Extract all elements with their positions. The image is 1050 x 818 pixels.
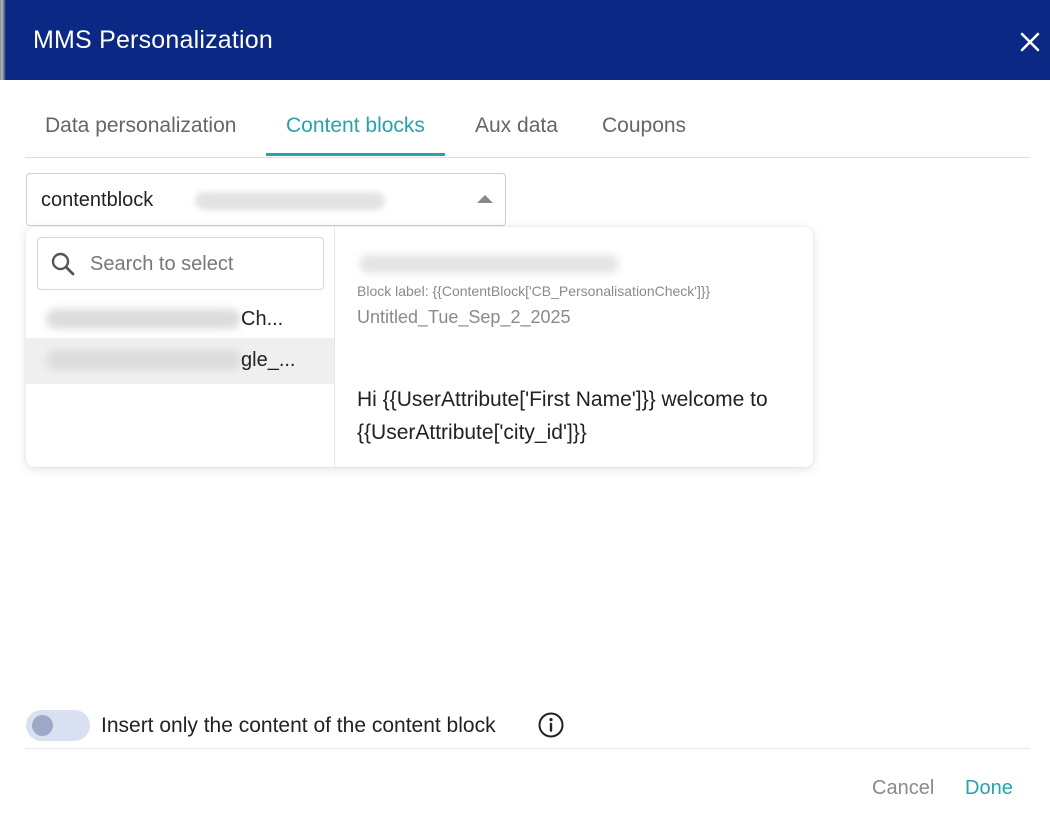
tab-content-blocks[interactable]: Content blocks xyxy=(266,104,445,156)
block-content: Hi {{UserAttribute['First Name']}} welco… xyxy=(357,388,768,444)
redacted-text xyxy=(359,255,619,273)
search-icon xyxy=(51,252,75,276)
dialog-title: MMS Personalization xyxy=(33,26,274,54)
list-item-label: Ch... xyxy=(241,308,284,330)
select-dropdown: Ch... gle_... Block label: {{ContentBloc… xyxy=(26,227,813,467)
footer-divider xyxy=(25,748,1030,749)
list-item[interactable]: Ch... xyxy=(26,297,334,343)
tab-data-personalization[interactable]: Data personalization xyxy=(25,104,256,156)
done-button[interactable]: Done xyxy=(965,777,1013,800)
search-box[interactable] xyxy=(37,237,324,290)
cancel-button[interactable]: Cancel xyxy=(872,777,934,800)
select-value: contentblock xyxy=(41,189,154,211)
tab-coupons[interactable]: Coupons xyxy=(582,104,706,156)
redacted-text xyxy=(46,350,241,370)
caret-up-icon[interactable] xyxy=(477,195,493,203)
header-edge xyxy=(0,0,6,80)
tab-aux-data[interactable]: Aux data xyxy=(455,104,578,156)
block-label: Block label: {{ContentBlock['CB_Personal… xyxy=(357,283,711,299)
search-input[interactable] xyxy=(88,248,312,280)
list-item-label: gle_... xyxy=(241,349,296,371)
block-title: Untitled_Tue_Sep_2_2025 xyxy=(357,307,571,327)
redacted-text xyxy=(195,192,385,210)
insert-content-toggle-row: Insert only the content of the content b… xyxy=(26,709,586,742)
list-item-selected[interactable]: gle_... xyxy=(26,338,334,384)
info-icon[interactable] xyxy=(537,711,565,739)
tab-bar: Data personalization Content blocks Aux … xyxy=(25,104,1030,158)
redacted-text xyxy=(46,309,241,329)
insert-content-toggle[interactable] xyxy=(26,710,90,741)
close-icon[interactable] xyxy=(1018,30,1042,54)
block-preview: Block label: {{ContentBlock['CB_Personal… xyxy=(335,227,813,467)
toggle-label: Insert only the content of the content b… xyxy=(101,714,496,737)
dialog-header: MMS Personalization xyxy=(0,0,1050,80)
toggle-knob xyxy=(32,715,53,736)
content-block-select[interactable]: contentblock xyxy=(26,173,506,226)
option-list: Ch... gle_... xyxy=(26,227,335,467)
